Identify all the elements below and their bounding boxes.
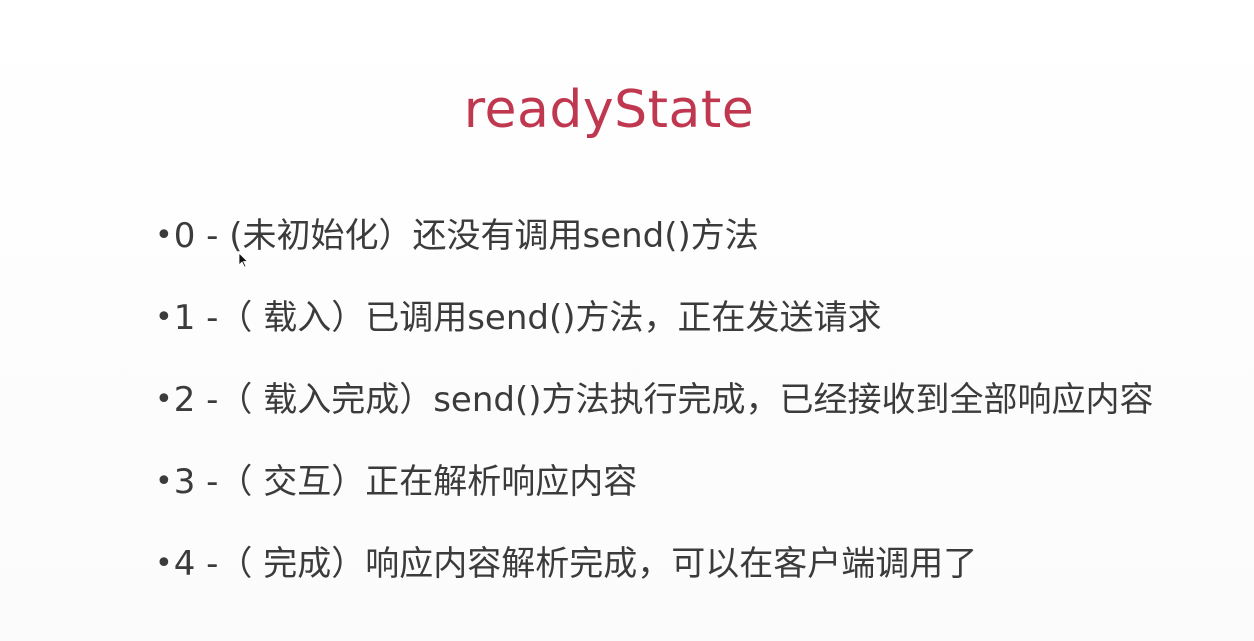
bullet-dot: • xyxy=(155,300,173,335)
mouse-pointer-icon xyxy=(238,252,248,268)
bullet-list: •0 - (未初始化）还没有调用send()方法 •1 -（ 载入）已调用sen… xyxy=(155,210,1235,620)
bullet-text: 0 - (未初始化）还没有调用send()方法 xyxy=(173,216,759,256)
bullet-dot: • xyxy=(155,382,173,417)
bullet-text: 3 -（ 交互）正在解析响应内容 xyxy=(173,462,638,502)
bullet-item-3: •3 -（ 交互）正在解析响应内容 xyxy=(155,456,1235,538)
bullet-item-0: •0 - (未初始化）还没有调用send()方法 xyxy=(155,210,1235,292)
bullet-item-2: •2 -（ 载入完成）send()方法执行完成，已经接收到全部响应内容 xyxy=(155,374,1235,456)
slide-title: readyState xyxy=(463,80,755,140)
bullet-text: 2 -（ 载入完成）send()方法执行完成，已经接收到全部响应内容 xyxy=(173,380,1154,420)
bullet-item-1: •1 -（ 载入）已调用send()方法，正在发送请求 xyxy=(155,292,1235,374)
bullet-dot: • xyxy=(155,464,173,499)
bullet-item-4: •4 -（ 完成）响应内容解析完成，可以在客户端调用了 xyxy=(155,538,1235,620)
slide: readyState •0 - (未初始化）还没有调用send()方法 •1 -… xyxy=(0,0,1254,641)
bullet-dot: • xyxy=(155,218,173,253)
bullet-text: 4 -（ 完成）响应内容解析完成，可以在客户端调用了 xyxy=(173,544,978,584)
bullet-text: 1 -（ 载入）已调用send()方法，正在发送请求 xyxy=(173,298,882,338)
bullet-dot: • xyxy=(155,546,173,581)
